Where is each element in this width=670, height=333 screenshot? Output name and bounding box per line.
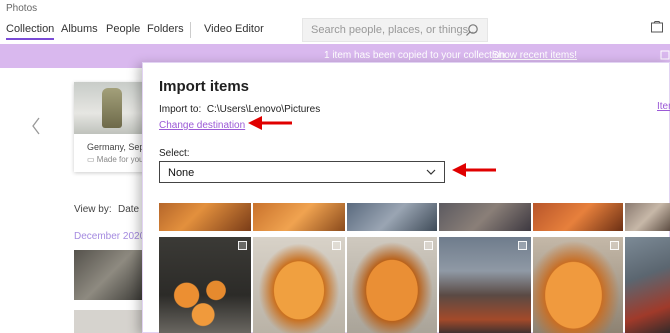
tab-folders[interactable]: Folders [147,23,184,35]
select-checkbox[interactable] [610,241,619,250]
items-link[interactable]: Iter [657,101,670,112]
photo-thumbnail[interactable] [159,237,251,333]
search-placeholder: Search people, places, or things... [311,24,478,36]
show-recent-items-link[interactable]: Show recent items! [492,50,577,61]
tab-albums[interactable]: Albums [61,23,98,35]
month-heading: December 2020 [74,231,146,242]
photo-thumbnail[interactable] [439,203,531,231]
select-checkbox[interactable] [238,241,247,250]
select-label: Select: [159,148,190,159]
select-checkbox[interactable] [332,241,341,250]
chevron-down-icon [426,169,436,175]
select-dropdown-value: None [168,167,195,179]
photo-thumbnail[interactable] [347,237,437,333]
photo-thumbnail[interactable] [625,203,670,231]
annotation-arrow [452,163,496,177]
chevron-left-icon[interactable] [30,116,42,136]
photo-thumbnail[interactable] [253,237,345,333]
video-editor-button[interactable]: Video Editor [204,23,264,35]
photo-thumbnail[interactable] [625,237,670,333]
import-to-label: Import to: [159,104,202,115]
select-checkbox[interactable] [424,241,433,250]
collection-thumbnail[interactable] [74,250,144,300]
select-dropdown[interactable]: None [159,161,445,183]
photo-thumbnail[interactable] [533,237,623,333]
tab-collection[interactable]: Collection [6,23,55,40]
photo-grid [159,203,670,333]
bottle-photo [102,88,122,128]
view-by-label: View by: [74,204,112,215]
annotation-arrow [248,116,292,130]
change-destination-link[interactable]: Change destination [159,120,245,131]
search-icon[interactable] [465,23,479,37]
nav-divider [190,22,191,38]
select-checkbox[interactable] [518,241,527,250]
tab-people[interactable]: People [106,23,140,35]
memory-card-subtitle: ▭ Made for you [87,155,144,164]
memory-card-title: Germany, Sept [87,142,147,152]
import-icon[interactable] [650,20,664,34]
dialog-title: Import items [159,78,250,95]
collection-thumbnail[interactable] [74,310,144,333]
banner-message: 1 item has been copied to your collectio… [324,50,508,61]
search-input[interactable]: Search people, places, or things... [302,18,488,42]
import-path: C:\Users\Lenovo\Pictures [206,104,321,115]
import-to-line: Import to: C:\Users\Lenovo\Pictures [159,104,320,115]
photo-thumbnail[interactable] [347,203,437,231]
view-by-date-option[interactable]: Date t [118,204,145,215]
made-for-you-icon: ▭ [87,155,97,164]
photo-thumbnail[interactable] [439,237,531,333]
import-dialog: Import items Import to: C:\Users\Lenovo\… [142,62,670,333]
photo-thumbnail[interactable] [253,203,345,231]
photo-thumbnail[interactable] [159,203,251,231]
window-title: Photos [6,3,38,14]
banner-icon[interactable] [660,49,670,61]
photo-thumbnail[interactable] [533,203,623,231]
